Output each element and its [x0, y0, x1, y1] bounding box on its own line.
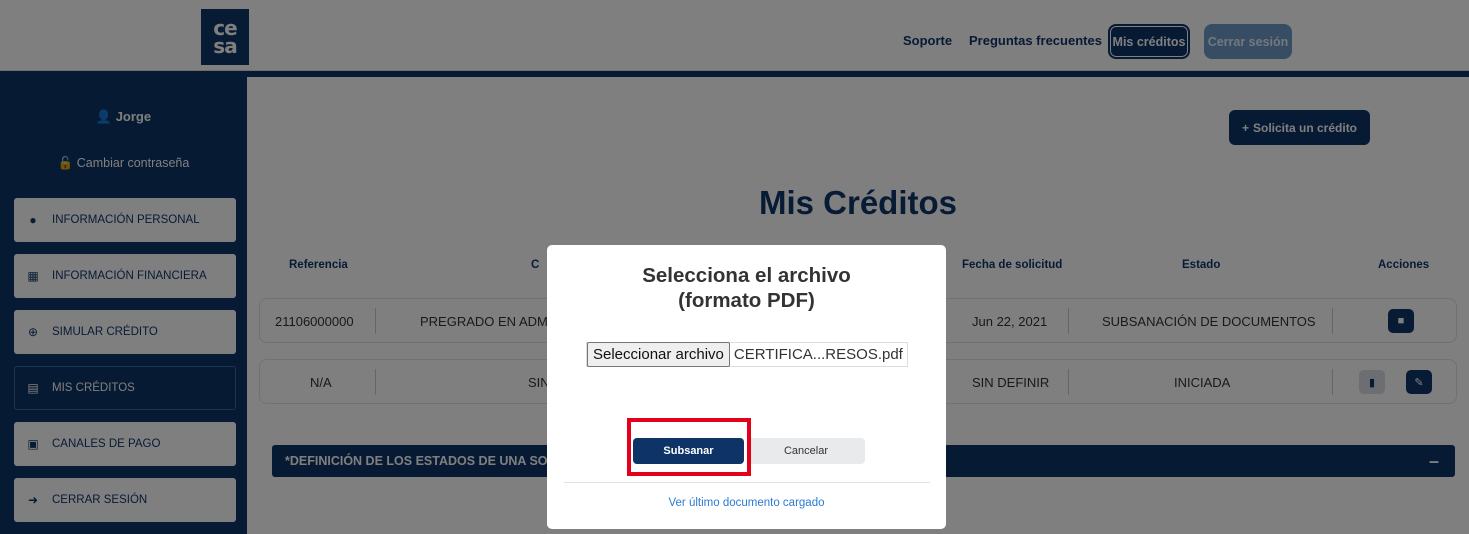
selected-file-name: CERTIFICA...RESOS.pdf: [733, 346, 903, 363]
modal-title: Selecciona el archivo (formato PDF): [547, 263, 946, 313]
modal-title-line1: Selecciona el archivo: [642, 264, 851, 287]
modal-divider: [564, 482, 930, 483]
modal-title-line2: (formato PDF): [678, 289, 815, 312]
view-last-document-link[interactable]: Ver último documento cargado: [547, 497, 946, 509]
cancel-button[interactable]: Cancelar: [747, 438, 865, 464]
upload-modal: Selecciona el archivo (formato PDF) Sele…: [547, 245, 946, 529]
choose-file-button[interactable]: Seleccionar archivo: [587, 342, 730, 367]
file-input[interactable]: Seleccionar archivo CERTIFICA...RESOS.pd…: [586, 342, 908, 367]
highlight-box: [627, 418, 751, 476]
